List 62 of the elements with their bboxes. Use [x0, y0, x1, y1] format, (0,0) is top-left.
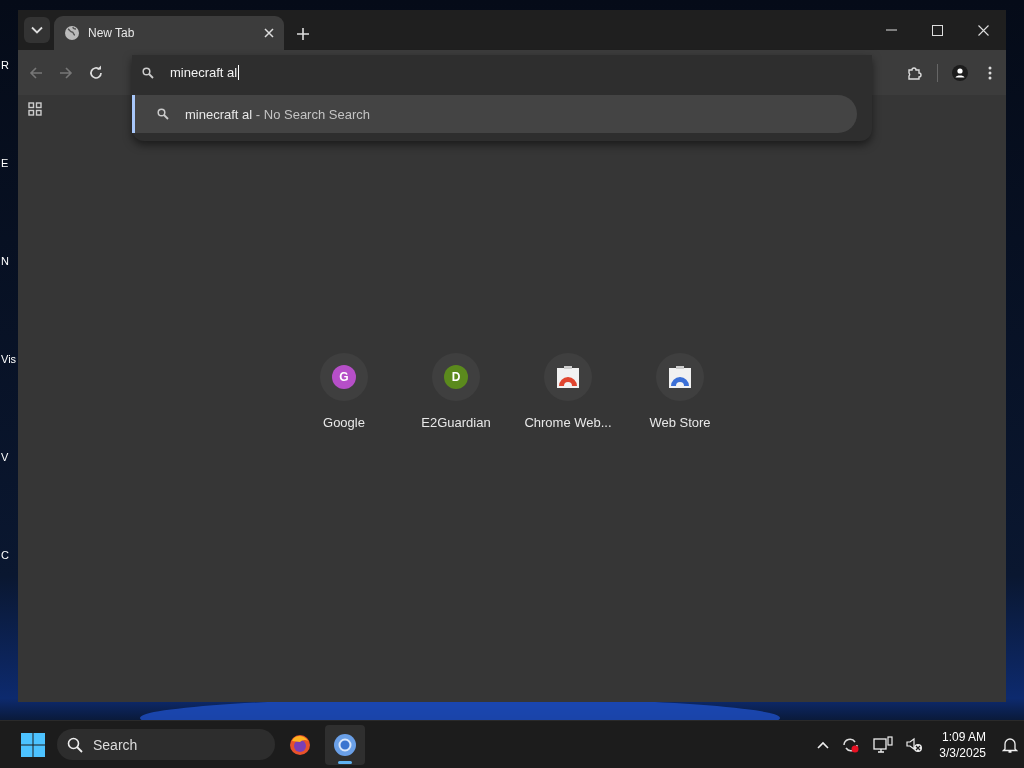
- volume-button[interactable]: [905, 735, 924, 754]
- shortcut-label: Web Store: [649, 415, 711, 430]
- forward-button[interactable]: [58, 64, 74, 81]
- arrow-left-icon: [28, 64, 44, 81]
- notifications-button[interactable]: [1002, 735, 1018, 754]
- shopping-bag-icon: [556, 365, 580, 389]
- shortcut-tile[interactable]: D E2Guardian: [400, 353, 512, 430]
- close-icon: [264, 28, 274, 38]
- taskbar-search-box[interactable]: Search: [57, 729, 275, 760]
- desktop-icon-label[interactable]: R: [0, 56, 9, 74]
- apps-grid-icon: [28, 102, 42, 116]
- network-button[interactable]: [873, 735, 894, 754]
- tab-search-button[interactable]: [24, 17, 50, 43]
- plus-icon: [296, 27, 310, 41]
- suggestion-text: minecraft al - No Search Search: [185, 106, 370, 122]
- clock-button[interactable]: 1:09 AM 3/3/2025: [939, 728, 986, 761]
- browser-logo-icon: [333, 732, 357, 757]
- reload-button[interactable]: [88, 64, 104, 81]
- search-icon: [142, 66, 154, 79]
- desktop-icon-label[interactable]: Vis: [0, 350, 17, 368]
- browser-tab[interactable]: New Tab: [54, 16, 284, 50]
- desktop-icon-label[interactable]: N: [0, 252, 9, 270]
- arrow-right-icon: [58, 64, 74, 81]
- tab-title: New Tab: [88, 26, 136, 40]
- desktop-icon-label[interactable]: V: [0, 448, 9, 466]
- search-icon: [157, 108, 169, 120]
- chevron-down-icon: [31, 26, 43, 34]
- shortcut-label: E2Guardian: [421, 415, 491, 430]
- taskbar-app-button[interactable]: [325, 724, 365, 765]
- new-tab-button[interactable]: [296, 27, 310, 41]
- apps-button[interactable]: [28, 102, 42, 116]
- shortcut-label: Chrome Web...: [524, 415, 612, 430]
- person-icon: [952, 64, 968, 81]
- bell-icon: [1002, 735, 1018, 754]
- letter-avatar: D: [444, 365, 468, 389]
- close-tab-button[interactable]: [264, 28, 274, 38]
- puzzle-icon: [907, 64, 923, 81]
- clock-time: 1:09 AM: [941, 728, 986, 745]
- extensions-button[interactable]: [907, 64, 923, 81]
- desktop-icon-label[interactable]: E: [0, 154, 9, 172]
- speaker-muted-icon: [905, 735, 924, 754]
- search-suggestion[interactable]: minecraft al - No Search Search: [132, 95, 857, 133]
- search-icon: [67, 736, 83, 753]
- shortcut-label: Google: [323, 415, 365, 430]
- globe-icon: [64, 25, 80, 41]
- desktop-icon-label[interactable]: C: [0, 546, 9, 564]
- windows-logo-icon: [21, 732, 45, 757]
- letter-avatar: G: [332, 365, 356, 389]
- profile-button[interactable]: [952, 64, 968, 81]
- maximize-icon: [931, 24, 943, 36]
- shortcut-tile[interactable]: G Google: [288, 353, 400, 430]
- clock-date: 3/3/2025: [939, 744, 986, 761]
- back-button[interactable]: [28, 64, 44, 81]
- shopping-bag-icon: [668, 365, 692, 389]
- network-icon: [873, 735, 894, 754]
- reload-icon: [88, 64, 104, 81]
- fox-globe-icon: [288, 732, 312, 757]
- search-placeholder: Search: [93, 736, 138, 753]
- close-icon: [977, 24, 989, 36]
- shortcut-tile[interactable]: Chrome Web...: [512, 353, 624, 430]
- shortcut-tile[interactable]: Web Store: [624, 353, 736, 430]
- start-button[interactable]: [19, 730, 47, 759]
